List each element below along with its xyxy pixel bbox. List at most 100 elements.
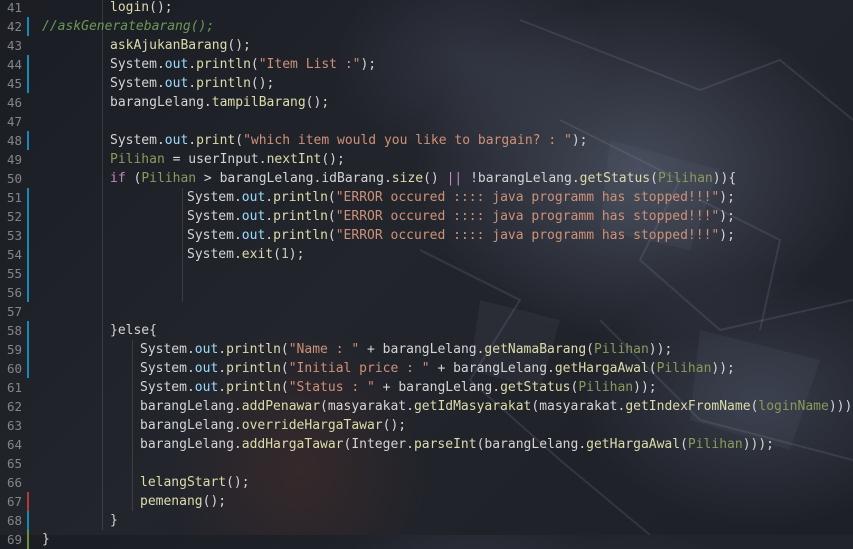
code-token: !: [462, 171, 478, 186]
code-line[interactable]: 44 System.out.println("Item List :");: [0, 55, 853, 74]
code-token: (: [280, 361, 289, 376]
code-token: ();: [149, 0, 173, 15]
code-token: ();: [321, 152, 345, 167]
git-change-marker[interactable]: [27, 207, 29, 226]
code-line[interactable]: 47: [0, 112, 853, 131]
code-line[interactable]: 45 System.out.println();: [0, 74, 853, 93]
code-line[interactable]: 46 barangLelang.tampilBarang();: [0, 93, 853, 112]
git-change-marker[interactable]: [27, 340, 29, 359]
code-token: ();: [202, 494, 227, 509]
line-number: 54: [6, 247, 22, 262]
code-token: getStatus: [579, 171, 651, 186]
code-token: .: [218, 380, 227, 395]
code-token: System: [140, 380, 187, 395]
code-token: out: [241, 209, 266, 224]
code-text: }: [42, 530, 50, 549]
git-change-marker[interactable]: [27, 245, 29, 264]
code-line[interactable]: 54 System.exit(1);: [0, 245, 853, 264]
code-token: .: [571, 171, 580, 186]
code-token: "ERROR occured :::: java programm has st…: [335, 228, 720, 243]
code-line[interactable]: 62 barangLelang.addPenawar(masyarakat.get…: [0, 397, 853, 416]
code-token: getHargaAwal: [586, 437, 681, 452]
code-token: (: [235, 133, 244, 148]
git-change-marker[interactable]: [27, 226, 29, 245]
code-token: out: [241, 228, 266, 243]
code-token: Pilihan: [687, 437, 743, 452]
line-number: 48: [6, 133, 22, 148]
code-token: println: [226, 380, 281, 395]
line-number: 41: [6, 0, 22, 15]
code-token: =: [164, 152, 189, 167]
git-change-marker[interactable]: [27, 17, 29, 36]
git-change-marker[interactable]: [27, 511, 29, 530]
code-line[interactable]: 43 askAjukanBarang();: [0, 36, 853, 55]
code-line[interactable]: 63 barangLelang.overrideHargaTawar();: [0, 416, 853, 435]
code-line[interactable]: 59 System.out.println("Name : " + barangL…: [0, 340, 853, 359]
line-number: 52: [6, 209, 22, 224]
code-line[interactable]: 67 pemenang();: [0, 492, 853, 511]
line-number: 45: [6, 76, 22, 91]
code-token: println: [196, 76, 251, 91]
code-token: (: [280, 342, 289, 357]
git-change-marker[interactable]: [27, 188, 29, 207]
code-text: Pilihan = userInput.nextInt();: [110, 150, 345, 169]
git-change-marker[interactable]: [27, 55, 29, 74]
code-line[interactable]: 57: [0, 302, 853, 321]
line-number: 60: [6, 361, 22, 376]
git-change-marker[interactable]: [27, 530, 29, 549]
code-token: Pilihan: [578, 380, 634, 395]
code-token: Pilihan: [594, 342, 649, 357]
code-token: System: [187, 228, 234, 243]
code-text: barangLelang.tampilBarang();: [110, 93, 329, 112]
code-line[interactable]: 56: [0, 283, 853, 302]
code-token: System: [110, 76, 157, 91]
line-number: 59: [6, 342, 22, 357]
code-text: }: [110, 511, 118, 530]
code-line[interactable]: 55: [0, 264, 853, 283]
line-number: 51: [6, 190, 22, 205]
code-token: masyarakat: [327, 399, 407, 414]
code-line[interactable]: 49 Pilihan = userInput.nextInt();: [0, 150, 853, 169]
git-change-marker[interactable]: [27, 131, 29, 150]
git-change-marker[interactable]: [27, 74, 29, 93]
code-line[interactable]: 50 if (Pilihan > barangLelang.idBarang.si…: [0, 169, 853, 188]
code-line[interactable]: 66 lelangStart();: [0, 473, 853, 492]
code-token: Pilihan: [656, 361, 712, 376]
code-token: .: [233, 190, 242, 205]
code-line[interactable]: 68}: [0, 511, 853, 530]
git-change-marker[interactable]: [27, 359, 29, 378]
code-line[interactable]: 65: [0, 454, 853, 473]
line-number: 42: [6, 19, 22, 34]
code-line[interactable]: 64 barangLelang.addHargaTawar(Integer.par…: [0, 435, 853, 454]
code-text: askAjukanBarang();: [110, 36, 251, 55]
code-line[interactable]: 52 System.out.println("ERROR occured ::::…: [0, 207, 853, 226]
code-line[interactable]: 42 //askGeneratebarang();: [0, 17, 853, 36]
code-token: barangLelang: [484, 437, 579, 452]
code-line[interactable]: 48 System.out.print("which item would you…: [0, 131, 853, 150]
line-number: 65: [6, 456, 22, 471]
git-change-marker[interactable]: [27, 321, 29, 340]
code-token: ();: [305, 95, 330, 110]
code-line[interactable]: 53 System.out.println("ERROR occured ::::…: [0, 226, 853, 245]
code-line[interactable]: 58}else{: [0, 321, 853, 340]
code-line[interactable]: 69}: [0, 530, 853, 549]
line-number: 56: [6, 285, 22, 300]
git-change-marker[interactable]: [27, 264, 29, 283]
code-token: .: [233, 209, 242, 224]
code-line[interactable]: 41 login();: [0, 0, 853, 17]
code-text: pemenang();: [140, 492, 226, 511]
git-change-marker[interactable]: [27, 283, 29, 302]
code-token: .: [406, 437, 414, 452]
code-line[interactable]: 60 System.out.println("Initial price : " …: [0, 359, 853, 378]
code-token: barangLelang: [382, 342, 477, 357]
code-token: userInput: [188, 152, 259, 167]
code-line[interactable]: 51 System.out.println("ERROR occured ::::…: [0, 188, 853, 207]
code-line[interactable]: 61 System.out.println("Status : " + baran…: [0, 378, 853, 397]
line-number: 57: [6, 304, 22, 319]
code-editor[interactable]: 41 login(); 42//askGeneratebarang(); 43 askA…: [0, 0, 853, 549]
code-text: barangLelang.addPenawar(masyarakat.getId…: [140, 397, 853, 416]
code-token: "Status : ": [288, 380, 375, 395]
line-number: 61: [6, 380, 22, 395]
code-token: ();: [226, 475, 250, 490]
git-change-marker[interactable]: [27, 492, 29, 511]
